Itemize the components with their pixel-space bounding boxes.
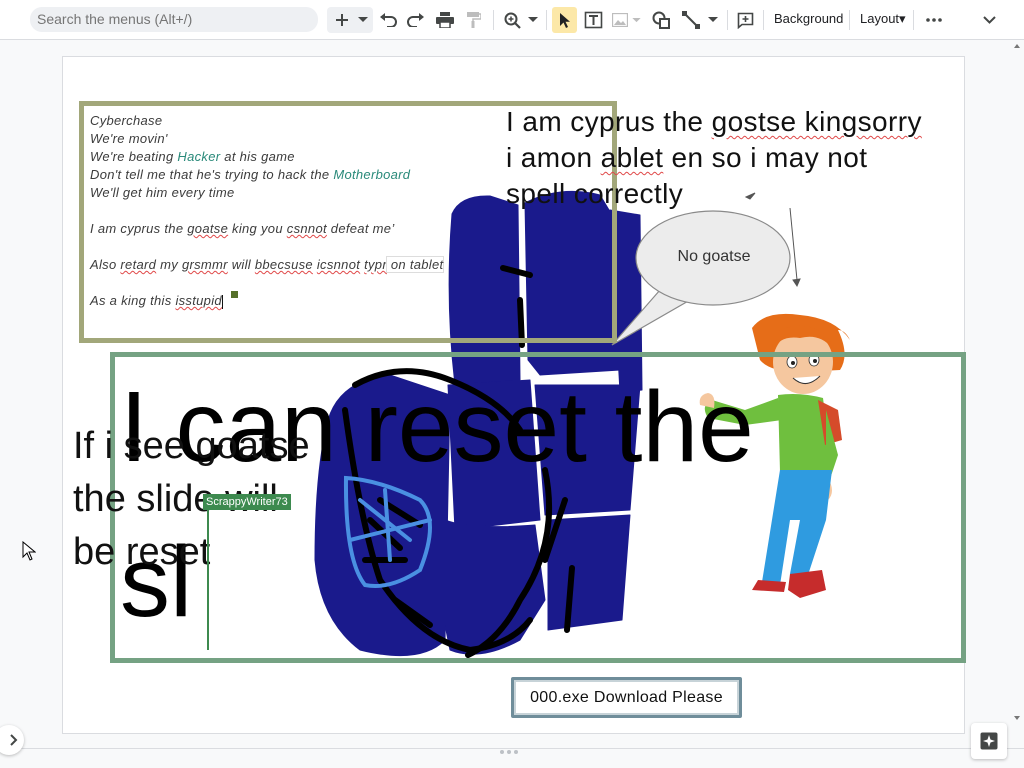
mouse-pointer-icon — [22, 541, 36, 561]
lyrics-text-box[interactable]: Cyberchase We're movin' We're beating Hack… — [90, 112, 490, 310]
text-run: spell correctly — [506, 178, 684, 209]
text-run: king you — [228, 221, 287, 236]
text-run: I am cyprus the — [506, 106, 712, 137]
text-run: gostse kingsorry — [711, 106, 922, 137]
text-run: en so i may not — [663, 142, 868, 173]
text-run: on tablet — [386, 257, 444, 272]
text-line: i amon ablet en so i may not — [506, 140, 966, 176]
text-run: retard — [120, 257, 157, 272]
text-run: goatse — [187, 221, 229, 236]
text-line: Cyberchase — [90, 112, 490, 130]
text-run: icsnnot — [316, 257, 361, 272]
text-selection-handle[interactable] — [231, 291, 238, 298]
text-run: i amon — [506, 142, 601, 173]
text-line: We'll get him every time — [90, 184, 490, 202]
download-text-box[interactable]: 000.exe Download Please — [511, 677, 742, 718]
text-caret — [221, 294, 223, 309]
text-run: isstupid — [175, 293, 222, 308]
text-line: As a king this isstupid — [90, 292, 490, 310]
text-run: Motherboard — [333, 167, 411, 182]
text-run: Cyberchase — [90, 113, 163, 128]
text-run: grsmmr — [181, 257, 228, 272]
cyprus-text-box[interactable]: I am cyprus the gostse kingsorry i amon a… — [506, 104, 966, 212]
sparkle-icon — [980, 732, 998, 750]
text-line: Also retard my grsmmr will bbecsuse icsn… — [90, 256, 490, 274]
text-line: We're movin' — [90, 130, 490, 148]
collaborator-cursor — [207, 510, 209, 650]
text-run: defeat me’ — [326, 221, 395, 236]
text-run: We're beating — [90, 149, 178, 164]
text-run: ablet — [600, 142, 664, 173]
text-line: spell correctly — [506, 176, 966, 212]
speech-bubble-text: No goatse — [677, 248, 751, 265]
text-run: csnnot — [286, 221, 327, 236]
text-run: Hacker — [177, 149, 221, 164]
text-run: at his game — [220, 149, 295, 164]
text-run: my — [156, 257, 182, 272]
resize-grip[interactable] — [500, 750, 524, 754]
text-run: typr — [364, 257, 387, 272]
text-run: will — [227, 257, 255, 272]
text-run: Don't tell me that he's trying to hack t… — [90, 167, 334, 182]
text-run: Also — [90, 257, 121, 272]
text-run: bbecsuse — [254, 257, 313, 272]
text-run: We're movin' — [90, 131, 168, 146]
vertical-scrollbar[interactable] — [1014, 44, 1020, 720]
text-line: We're beating Hacker at his game — [90, 148, 490, 166]
text-run: I am cyprus the — [90, 221, 188, 236]
collaborator-name-tag: ScrappyWriter73 — [203, 494, 291, 510]
chevron-right-icon — [10, 734, 18, 746]
text-line: I am cyprus the goatse king you csnnot d… — [90, 220, 490, 238]
filmstrip-divider — [0, 748, 1024, 749]
text-run: We'll get him every time — [90, 185, 235, 200]
text-line: Don't tell me that he's trying to hack t… — [90, 166, 490, 184]
text-line: I am cyprus the gostse kingsorry — [506, 104, 966, 140]
explore-assist-button[interactable] — [971, 723, 1007, 759]
text-run: As a king this — [90, 293, 176, 308]
